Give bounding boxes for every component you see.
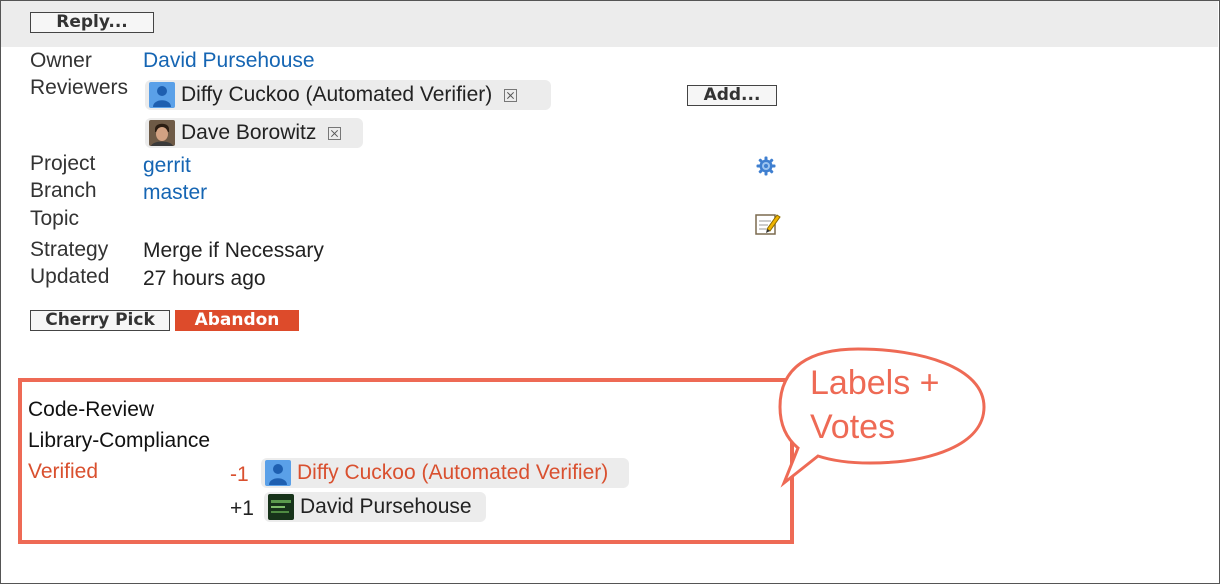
- voter-name: David Pursehouse: [300, 495, 472, 518]
- branch-link[interactable]: master: [143, 181, 207, 205]
- photo-avatar: [268, 494, 294, 520]
- reviewer-chip[interactable]: Diffy Cuckoo (Automated Verifier): [145, 80, 551, 110]
- remove-reviewer-icon[interactable]: [328, 126, 342, 140]
- abandon-button[interactable]: Abandon: [175, 310, 299, 331]
- reviewers-label: Reviewers: [30, 76, 129, 99]
- callout-line: Votes: [810, 408, 896, 446]
- callout-line: Labels +: [810, 364, 940, 402]
- updated-value: 27 hours ago: [143, 267, 266, 290]
- default-user-icon: [149, 82, 175, 108]
- project-link[interactable]: gerrit: [143, 154, 191, 178]
- label-name: Library-Compliance: [28, 429, 211, 452]
- strategy-value: Merge if Necessary: [143, 239, 324, 262]
- reviewer-name: Diffy Cuckoo (Automated Verifier): [181, 83, 493, 106]
- cherry-pick-button[interactable]: Cherry Pick: [30, 310, 170, 331]
- owner-link[interactable]: David Pursehouse: [143, 49, 315, 73]
- default-user-icon: [265, 460, 291, 486]
- reply-button[interactable]: Reply...: [30, 12, 154, 33]
- owner-label: Owner: [30, 49, 92, 72]
- vote-value: -1: [230, 463, 249, 486]
- add-reviewer-button[interactable]: Add...: [687, 85, 777, 106]
- voter-chip[interactable]: David Pursehouse: [264, 492, 486, 522]
- project-label: Project: [30, 152, 96, 175]
- reviewer-name: Dave Borowitz: [181, 121, 317, 144]
- reviewer-chip[interactable]: Dave Borowitz: [145, 118, 363, 148]
- vote-value: +1: [230, 497, 254, 520]
- edit-pencil-icon[interactable]: [755, 212, 781, 241]
- voter-name: Diffy Cuckoo (Automated Verifier): [297, 461, 609, 484]
- photo-avatar: [149, 120, 175, 146]
- gear-icon[interactable]: [756, 156, 776, 181]
- change-toolbar: [1, 1, 1218, 47]
- voter-chip[interactable]: Diffy Cuckoo (Automated Verifier): [261, 458, 629, 488]
- branch-label: Branch: [30, 179, 97, 202]
- label-name: Code-Review: [28, 398, 155, 421]
- callout-text: Labels + Votes: [810, 361, 980, 449]
- updated-label: Updated: [30, 265, 110, 288]
- label-name: Verified: [28, 460, 99, 483]
- remove-reviewer-icon[interactable]: [504, 88, 518, 102]
- strategy-label: Strategy: [30, 238, 109, 261]
- topic-label: Topic: [30, 207, 80, 230]
